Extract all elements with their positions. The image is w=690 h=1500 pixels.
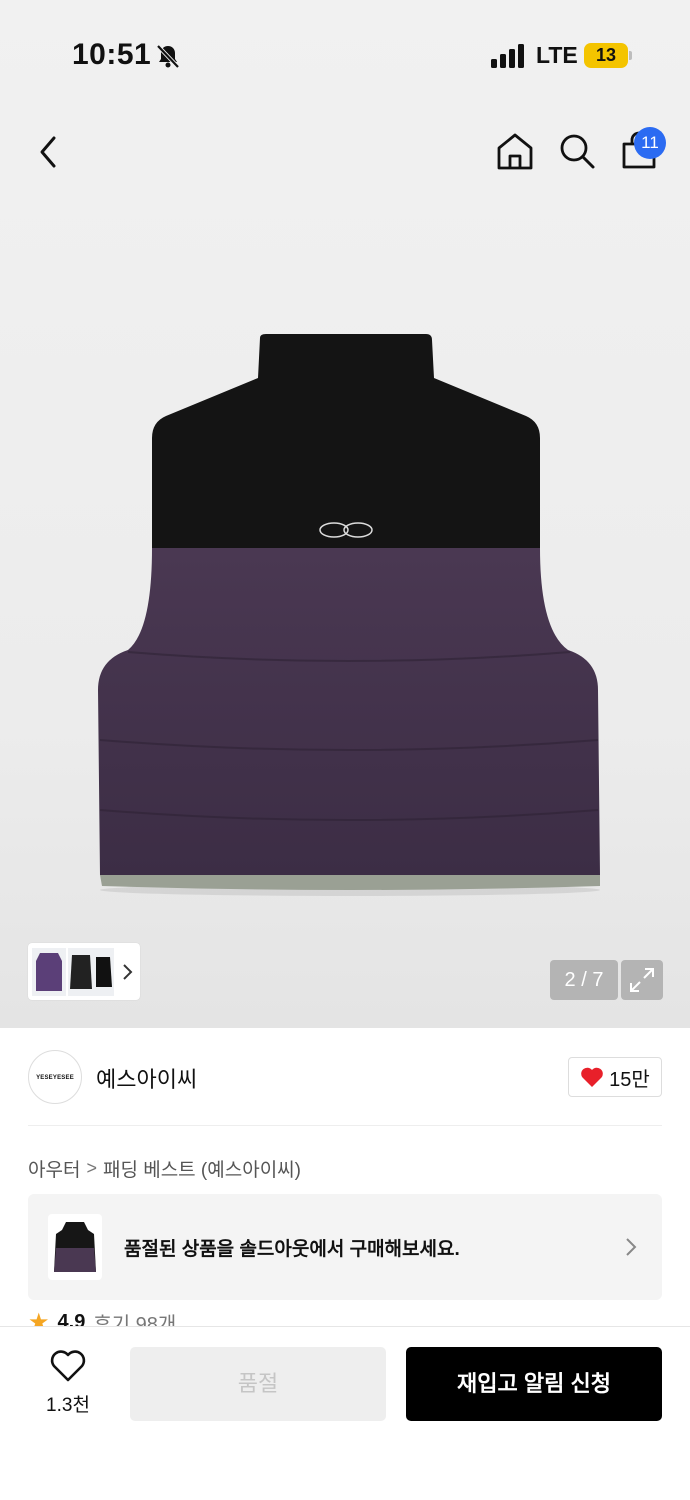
expand-icon — [630, 968, 654, 992]
breadcrumb-subcategory[interactable]: 패딩 베스트 (예스아이씨) — [103, 1155, 301, 1182]
star-icon: ★ — [28, 1309, 50, 1328]
expand-button[interactable] — [621, 960, 663, 1000]
bottom-action-bar: 1.3천 품절 재입고 알림 신청 — [0, 1326, 690, 1500]
wishlist-button[interactable]: 1.3천 — [36, 1349, 100, 1419]
soldout-banner[interactable]: 품절된 상품을 솔드아웃에서 구매해보세요. — [28, 1194, 662, 1300]
divider — [28, 1125, 662, 1126]
thumbnail-strip[interactable] — [28, 943, 140, 1000]
chevron-right-icon — [626, 1238, 637, 1256]
network-type: LTE — [536, 42, 578, 68]
soldout-thumbnail — [48, 1214, 102, 1280]
status-bar: 10:51 LTE 13 — [0, 0, 690, 110]
image-counter: 2 / 7 — [550, 960, 618, 1000]
rating-row[interactable]: ★ 4.9 후기 98개 — [28, 1308, 328, 1328]
brand-like-button[interactable]: 15만 — [568, 1057, 662, 1097]
top-nav — [0, 120, 690, 180]
brand-name[interactable]: 예스아이씨 — [96, 1062, 197, 1094]
search-icon[interactable] — [556, 130, 598, 172]
brand-logo[interactable]: YESEYESEE — [28, 1050, 82, 1104]
status-time: 10:51 — [72, 38, 152, 71]
wishlist-count: 1.3천 — [46, 1395, 90, 1416]
breadcrumb: 아우터 > 패딩 베스트 (예스아이씨) — [28, 1155, 301, 1182]
product-image-vest — [98, 334, 600, 896]
battery-indicator: 13 — [584, 43, 628, 68]
product-gallery[interactable]: 10:51 LTE 13 11 2 / 7 — [0, 0, 690, 1028]
signal-icon — [491, 44, 524, 68]
thumbnail-images — [32, 948, 133, 996]
home-icon[interactable] — [494, 130, 536, 172]
cart-count-badge: 11 — [634, 127, 666, 159]
bell-muted-icon — [156, 44, 180, 69]
back-icon[interactable] — [30, 132, 66, 172]
brand-like-count: 15만 — [609, 1068, 650, 1091]
restock-alert-button[interactable]: 재입고 알림 신청 — [406, 1347, 662, 1421]
brand-row[interactable]: YESEYESEE 예스아이씨 15만 — [28, 1048, 662, 1106]
heart-filled-icon — [581, 1067, 603, 1087]
battery-cap — [629, 51, 632, 60]
soldout-text: 품절된 상품을 솔드아웃에서 구매해보세요. — [124, 1239, 460, 1260]
review-count: 후기 98개 — [93, 1314, 177, 1328]
breadcrumb-category[interactable]: 아우터 — [28, 1155, 80, 1182]
vest-thumbnail-image — [54, 1222, 96, 1272]
soldout-button: 품절 — [130, 1347, 386, 1421]
breadcrumb-separator: > — [86, 1158, 97, 1178]
heart-outline-icon — [50, 1350, 86, 1382]
